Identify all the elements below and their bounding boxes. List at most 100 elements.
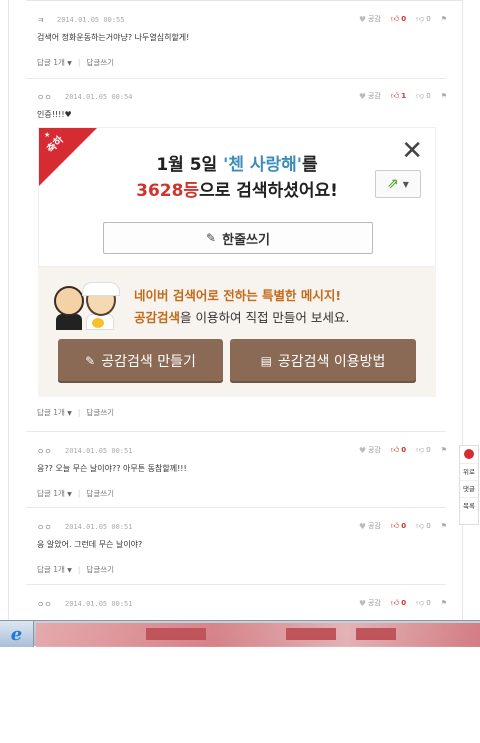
comment-header: ㅋ 2014.01.05 00:55 ♥ 공감 👍︎ 0 👎︎ 0 ⚑ [37,14,447,28]
thumbs-down-icon: 👎︎ [416,521,425,530]
floating-side-menu: 위로 댓글 목록 [459,445,479,525]
reply-toggle[interactable]: 답글 1개 ▼ [37,407,72,418]
comment-page: ㅋ 2014.01.05 00:55 ♥ 공감 👍︎ 0 👎︎ 0 ⚑ 검색어 정화운… [0,0,480,620]
right-border [462,0,463,620]
wedding-couple-illustration [52,282,122,330]
comment-actions: ♥ 공감 👍︎ 0 👎︎ 0 ⚑ [359,445,447,455]
browser-taskbar-button[interactable]: e [0,621,34,647]
thumbs-down-icon: 👎︎ [416,14,425,23]
upvote-button[interactable]: 👍︎ 0 [391,521,406,531]
comments-button[interactable]: 댓글 [460,480,478,497]
comment-date: 2014.01.05 00:51 [65,523,133,531]
internet-explorer-icon: e [10,623,23,645]
promo-top-section: ★ 축하 ✕ 1월 5일 '첸 사랑해'를 3628등으로 검색하셨어요! ⇗ … [38,127,436,267]
like-button[interactable]: ♥ 공감 [359,521,381,531]
downvote-button[interactable]: 👎︎ 0 [416,91,431,101]
comment-footer: 답글 1개 ▼ | 답글쓰기 [37,56,447,68]
separator: | [77,407,81,417]
report-button[interactable]: ⚑ [441,598,447,608]
report-button[interactable]: ⚑ [441,14,447,24]
heart-icon: ♥ [358,521,366,531]
reply-toggle[interactable]: 답글 1개 ▼ [37,57,72,68]
comment-date: 2014.01.05 00:54 [65,93,133,101]
chevron-down-icon: ▼ [67,409,72,417]
heart-icon: ♥ [358,14,366,24]
comment-header: ㅇㅇ 2014.01.05 00:51 ♥ 공감 👍︎ 0 👎︎ 0 ⚑ [37,598,447,612]
comment-header: ㅇㅇ 2014.01.05 00:51 ♥ 공감 👍︎ 0 👎︎ 0 ⚑ [37,521,447,535]
flag-icon: ⚑ [440,92,447,100]
promo-message-title: 네이버 검색어로 전하는 특별한 메시지! [134,288,342,303]
heart-icon: ♥ [358,445,366,455]
top-divider [26,0,462,1]
comment-nickname: ㅋ [37,16,45,25]
comment-date: 2014.01.05 00:51 [65,447,133,455]
logo-icon [464,449,474,459]
heart-icon: ♥ [358,598,366,608]
comment-footer: 답글 1개 ▼ | 답글쓰기 [37,563,447,575]
write-oneline-button[interactable]: ✎ 한줄쓰기 [103,222,373,254]
report-button[interactable]: ⚑ [441,91,447,101]
like-button[interactable]: ♥ 공감 [359,445,381,455]
downvote-button[interactable]: 👎︎ 0 [416,521,431,531]
comment-footer: 답글 1개 ▼ | 답글쓰기 [37,487,447,499]
window-thumbnail[interactable] [36,623,480,647]
comment-text: 응?? 오늘 무슨 날이야?? 아무튼 동참할께!!! [37,464,187,473]
separator: | [77,488,81,498]
divider [26,584,446,585]
like-button[interactable]: ♥ 공감 [359,91,381,101]
scroll-top-button[interactable]: 위로 [460,463,478,480]
comment-item: ㅇㅇ 2014.01.05 00:51 ♥ 공감 👍︎ 0 👎︎ 0 ⚑ 응?? 오늘… [37,445,447,499]
list-button[interactable]: 목록 [460,497,478,514]
comment-actions: ♥ 공감 👍︎ 0 👎︎ 0 ⚑ [359,521,447,531]
report-button[interactable]: ⚑ [441,445,447,455]
chevron-down-icon: ▼ [67,490,72,498]
write-reply-link[interactable]: 답글쓰기 [86,407,114,418]
flag-icon: ⚑ [440,15,447,23]
thumbs-up-icon: 👍︎ [390,521,400,530]
comment-date: 2014.01.05 00:55 [57,16,125,24]
write-reply-link[interactable]: 답글쓰기 [86,57,114,68]
share-button[interactable]: ⇗ ▼ [375,170,421,198]
comment-footer: 답글 1개 ▼ | 답글쓰기 [37,406,447,418]
thumbs-up-icon: 👍︎ [390,445,400,454]
reply-toggle[interactable]: 답글 1개 ▼ [37,564,72,575]
pencil-icon: ✎ [85,354,96,368]
downvote-button[interactable]: 👎︎ 0 [416,445,431,455]
thumbs-up-icon: 👍︎ [390,91,400,100]
make-search-button[interactable]: ✎ 공감검색 만들기 [58,339,223,383]
flag-icon: ⚑ [440,599,447,607]
comment-actions: ♥ 공감 👍︎ 1 👎︎ 0 ⚑ [359,91,447,101]
chevron-down-icon: ▼ [67,566,72,574]
upvote-button[interactable]: 👍︎ 0 [391,14,406,24]
comment-text: 검색어 정화운동하는거야냥? 나두열심히할게! [37,33,190,42]
downvote-button[interactable]: 👎︎ 0 [416,598,431,608]
downvote-button[interactable]: 👎︎ 0 [416,14,431,24]
chevron-down-icon: ▼ [402,179,409,189]
like-button[interactable]: ♥ 공감 [359,14,381,24]
like-button[interactable]: ♥ 공감 [359,598,381,608]
comment-item: ㅇㅇ 2014.01.05 00:54 ♥ 공감 👍︎ 1 👎︎ 0 ⚑ 인증!!!!… [37,91,447,123]
divider [26,431,446,432]
flag-icon: ⚑ [440,446,447,454]
upvote-button[interactable]: 👍︎ 1 [391,91,406,101]
thumbs-down-icon: 👎︎ [416,445,425,454]
how-to-button[interactable]: ▤ 공감검색 이용방법 [230,339,416,383]
write-reply-link[interactable]: 답글쓰기 [86,488,114,499]
upvote-button[interactable]: 👍︎ 0 [391,598,406,608]
comment-date: 2014.01.05 00:51 [65,600,133,608]
left-border [8,0,9,620]
comment-item: ㅋ 2014.01.05 00:55 ♥ 공감 👍︎ 0 👎︎ 0 ⚑ 검색어 정화운… [37,14,447,68]
write-reply-link[interactable]: 답글쓰기 [86,564,114,575]
report-button[interactable]: ⚑ [441,521,447,531]
divider [26,78,446,79]
search-promo-card: ★ 축하 ✕ 1월 5일 '첸 사랑해'를 3628등으로 검색하셨어요! ⇗ … [38,127,436,397]
taskbar: e [0,620,480,647]
divider [26,507,446,508]
thumbs-down-icon: 👎︎ [416,91,425,100]
comment-item: ㅇㅇ 2014.01.05 00:51 ♥ 공감 👍︎ 0 👎︎ 0 ⚑ 응 알았어.… [37,521,447,575]
heart-icon: ♥ [358,91,366,101]
reply-toggle[interactable]: 답글 1개 ▼ [37,488,72,499]
upvote-button[interactable]: 👍︎ 0 [391,445,406,455]
comment-text: 응 알았어. 그런데 무슨 날이야? [37,540,143,549]
list-icon: ▤ [260,354,272,368]
